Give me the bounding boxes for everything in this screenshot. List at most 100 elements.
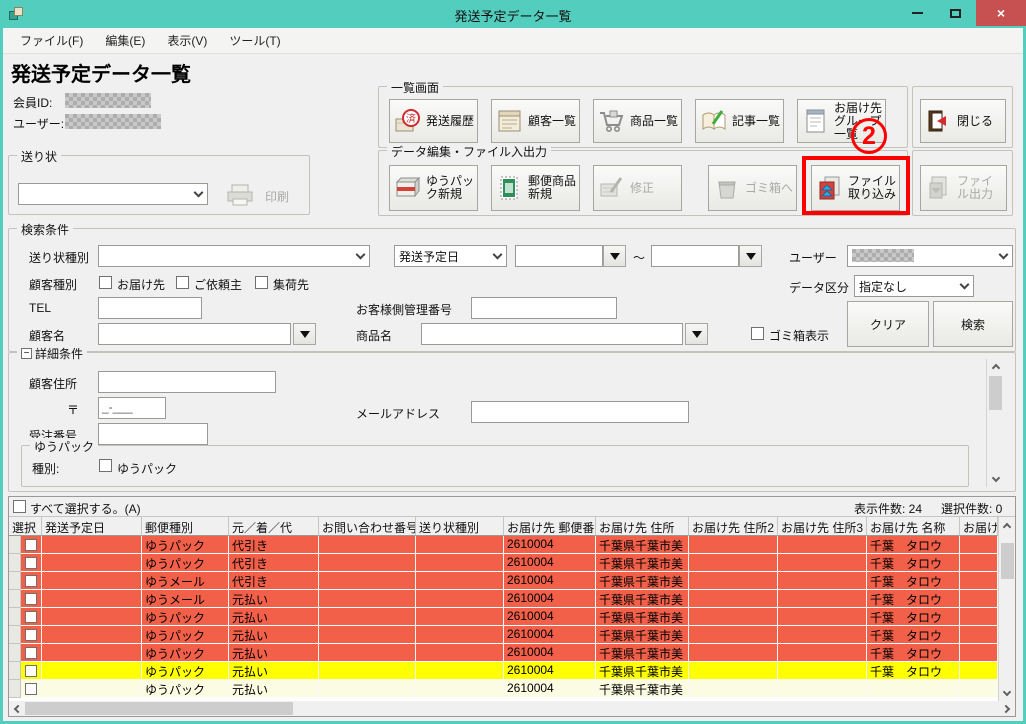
yupack-checkbox[interactable] [99,459,112,472]
table-row[interactable]: ゆうメール元払い2610004千葉県千葉市美千葉 タロウ [9,590,1015,608]
grid-column-header[interactable]: お届け先 住所 [596,517,689,536]
product-name-dropdown-button[interactable] [685,323,708,345]
row-header[interactable] [9,680,21,698]
recipient-checkbox[interactable] [99,276,112,289]
grid-column-header[interactable]: お問い合わせ番号 [319,517,416,536]
detail-scrollbar[interactable] [986,359,1003,487]
table-row[interactable]: ゆうパック元払い2610004千葉県千葉市美千葉 タロウ [9,644,1015,662]
row-select-checkbox[interactable] [25,629,37,641]
edit-button[interactable]: 修正 [593,165,682,211]
close-screen-button[interactable]: 閉じる [920,99,1006,143]
collapse-icon[interactable]: − [21,348,32,359]
product-name-input[interactable] [421,323,683,345]
date-type-select[interactable]: 発送予定日 [394,245,507,267]
row-header[interactable] [9,626,21,644]
grid-column-header[interactable]: 元／着／代 [229,517,319,536]
grid-column-header[interactable]: お届け先 住所3 [778,517,867,536]
row-select-checkbox[interactable] [25,683,37,695]
postal-product-new-button[interactable]: 郵便商品新規 [491,165,580,211]
row-header[interactable] [9,536,21,554]
row-select-checkbox[interactable] [25,647,37,659]
trash-view-checkbox[interactable] [751,327,764,340]
row-select-cell [21,572,42,590]
maximize-button[interactable] [938,0,972,26]
menu-view[interactable]: 表示(V) [158,29,216,52]
row-header[interactable] [9,608,21,626]
minimize-button[interactable] [900,0,934,26]
row-header[interactable] [9,590,21,608]
scrollbar-thumb[interactable] [25,702,293,715]
date-from-picker-button[interactable] [603,245,626,267]
file-import-button[interactable]: ファイル取り込み [811,165,900,211]
date-to-picker-button[interactable] [739,245,762,267]
postal-input[interactable]: _-___ [98,397,166,419]
pickup-checkbox[interactable] [255,276,268,289]
scrollbar-thumb[interactable] [1001,543,1014,579]
table-row[interactable]: ゆうパック元払い2610004千葉県千葉市美千葉 タロウ [9,608,1015,626]
data-class-select[interactable]: 指定なし [854,275,974,297]
table-row[interactable]: ゆうパック代引き2610004千葉県千葉市美千葉 タロウ [9,536,1015,554]
table-row[interactable]: ゆうパック元払い2610004千葉県千葉市美千葉 タロウ [9,662,1015,680]
invoice-type-select[interactable] [98,245,370,267]
grid-column-header[interactable]: お届け先 郵便番号 [504,517,596,536]
scroll-up-button[interactable] [999,517,1015,533]
to-trash-button[interactable]: ゴミ箱へ [708,165,797,211]
customer-admin-no-input[interactable] [471,297,617,319]
delivery-group-list-button[interactable]: お届け先グループ一覧 [797,99,886,143]
file-export-button[interactable]: ファイル出力 [920,165,1007,211]
row-select-checkbox[interactable] [25,575,37,587]
grid-column-header[interactable]: 発送予定日 [42,517,142,536]
scroll-down-button[interactable] [999,685,1015,701]
customer-list-button[interactable]: 顧客一覧 [491,99,580,143]
sender-checkbox[interactable] [176,276,189,289]
customer-name-dropdown-button[interactable] [293,323,316,345]
date-from-input[interactable] [515,245,603,267]
clear-button[interactable]: クリア [847,301,929,347]
row-header[interactable] [9,554,21,572]
table-row[interactable]: ゆうパック代引き2610004千葉県千葉市美千葉 タロウ [9,554,1015,572]
search-user-select[interactable] [847,245,1013,267]
grid-horizontal-scrollbar[interactable] [9,701,1015,716]
scroll-up-button[interactable] [987,359,1004,374]
menu-tools[interactable]: ツール(T) [220,29,289,52]
grid-column-header[interactable]: 郵便種別 [142,517,229,536]
article-list-button[interactable]: 記事一覧 [695,99,784,143]
table-row[interactable]: ゆうパック元払い2610004千葉県千葉市美 [9,680,1015,698]
customer-name-input[interactable] [98,323,291,345]
mail-address-input[interactable] [471,401,689,423]
row-header[interactable] [9,644,21,662]
menu-file[interactable]: ファイル(F) [11,29,92,52]
scroll-down-button[interactable] [987,472,1004,487]
order-no-input[interactable] [98,423,208,445]
product-list-button[interactable]: 商品一覧 [593,99,682,143]
row-header[interactable] [9,572,21,590]
print-button[interactable]: 印刷 [265,188,289,205]
grid-column-header[interactable]: お届け先 [960,517,998,536]
row-header[interactable] [9,662,21,680]
row-select-checkbox[interactable] [25,557,37,569]
invoice-select[interactable] [18,183,208,205]
customer-address-input[interactable] [98,371,276,393]
scrollbar-thumb[interactable] [989,376,1002,410]
row-select-checkbox[interactable] [25,593,37,605]
row-select-checkbox[interactable] [25,665,37,677]
grid-column-header[interactable]: お届け先 住所2 [689,517,778,536]
scroll-right-button[interactable] [1000,701,1015,716]
grid-column-header[interactable]: 選択 [9,517,42,536]
grid-vertical-scrollbar[interactable] [998,517,1015,701]
row-select-checkbox[interactable] [25,611,37,623]
yupack-new-button[interactable]: ゆうパック新規 [389,165,478,211]
shipping-history-button[interactable]: 済 発送履歴 [389,99,478,143]
row-select-checkbox[interactable] [25,539,37,551]
select-all-checkbox[interactable] [13,500,26,513]
scroll-left-button[interactable] [9,701,24,716]
grid-column-header[interactable]: お届け先 名称 [867,517,960,536]
grid-column-header[interactable]: 送り状種別 [416,517,504,536]
tel-input[interactable] [98,297,202,319]
date-to-input[interactable] [651,245,739,267]
table-row[interactable]: ゆうパック元払い2610004千葉県千葉市美千葉 タロウ [9,626,1015,644]
close-window-button[interactable]: × [976,0,1026,26]
search-button[interactable]: 検索 [933,301,1013,347]
table-row[interactable]: ゆうメール代引き2610004千葉県千葉市美千葉 タロウ [9,572,1015,590]
menu-edit[interactable]: 編集(E) [96,29,154,52]
